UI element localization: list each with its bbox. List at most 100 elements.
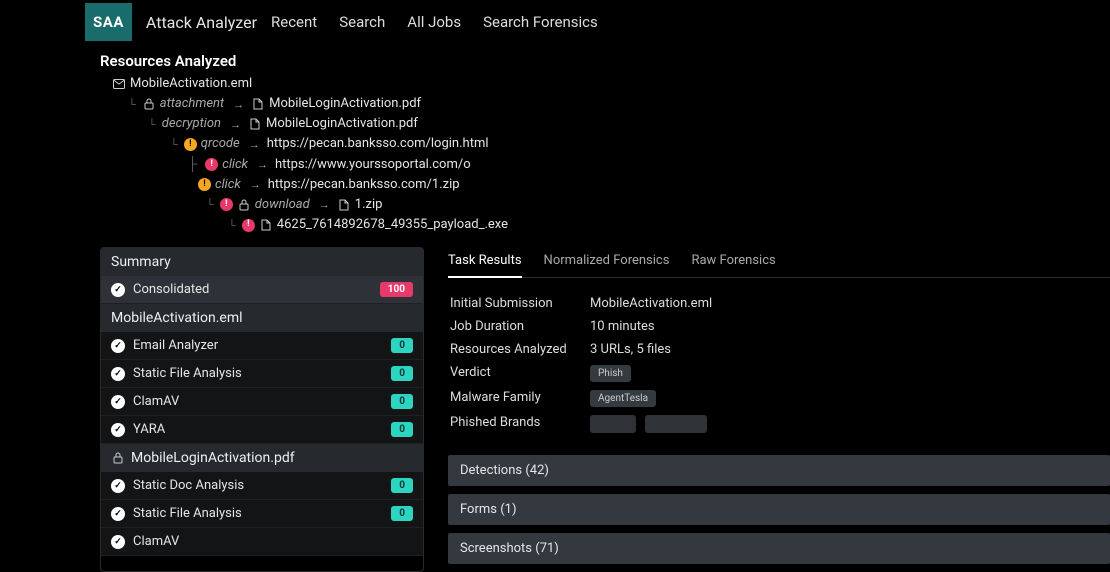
score-badge: 0 bbox=[391, 478, 413, 493]
detail-duration: Job Duration 10 minutes bbox=[450, 315, 1108, 338]
tree-elbow-icon: └ bbox=[148, 116, 156, 133]
detail-value: Phish bbox=[590, 365, 631, 382]
score-badge: 0 bbox=[391, 338, 413, 353]
arrow-icon: → bbox=[230, 116, 241, 133]
resources-header: Resources Analyzed bbox=[0, 44, 1110, 74]
analyzer-label: Email Analyzer bbox=[133, 338, 218, 353]
qrcode-url: https://pecan.banksso.com/login.html bbox=[267, 134, 489, 154]
detail-value bbox=[590, 415, 713, 437]
resource-tree: MobileActivation.eml └ attachment → Mobi… bbox=[0, 74, 1110, 235]
decryption-type-label: decryption bbox=[162, 114, 221, 134]
warning-icon: ! bbox=[198, 178, 211, 191]
tree-decryption[interactable]: └ decryption → MobileLoginActivation.pdf bbox=[148, 114, 1110, 134]
file-icon bbox=[337, 198, 351, 212]
download-type-label: download bbox=[255, 195, 310, 215]
check-icon: ✓ bbox=[111, 367, 125, 381]
detail-label: Verdict bbox=[450, 365, 590, 382]
tree-elbow-icon: └ bbox=[170, 136, 178, 153]
tree-elbow-icon: └ bbox=[228, 217, 236, 234]
tree-root[interactable]: MobileActivation.eml bbox=[112, 74, 1110, 94]
error-icon: ! bbox=[220, 198, 233, 211]
click-type-label: click bbox=[222, 155, 248, 175]
accordion-detections[interactable]: Detections (42) bbox=[448, 455, 1110, 486]
payload-value: 4625_7614892678_49355_payload_.exe bbox=[277, 215, 508, 235]
lock-icon bbox=[111, 451, 125, 465]
click2-url: https://pecan.banksso.com/1.zip bbox=[268, 175, 460, 195]
details-block: Initial Submission MobileActivation.eml … bbox=[448, 278, 1110, 455]
analyzer-row[interactable]: ✓Static File Analysis 0 bbox=[101, 500, 423, 528]
arrow-icon: → bbox=[319, 196, 330, 213]
lock-icon bbox=[142, 97, 156, 111]
score-badge: 100 bbox=[380, 282, 413, 297]
error-icon: ! bbox=[242, 219, 255, 232]
group2-heading: MobileLoginActivation.pdf bbox=[101, 444, 423, 472]
nav-links: Recent Search All Jobs Search Forensics bbox=[271, 13, 598, 31]
check-icon: ✓ bbox=[111, 339, 125, 353]
app-title: Attack Analyzer bbox=[132, 13, 271, 32]
arrow-icon: → bbox=[250, 176, 261, 193]
nav-search-forensics[interactable]: Search Forensics bbox=[483, 13, 598, 31]
detail-label: Malware Family bbox=[450, 390, 590, 407]
app-logo: SAA bbox=[85, 3, 132, 41]
nav-recent[interactable]: Recent bbox=[271, 13, 317, 31]
analyzer-row[interactable]: ✓ClamAV bbox=[101, 528, 423, 556]
accordion-screenshots[interactable]: Screenshots (71) bbox=[448, 533, 1110, 564]
detail-family: Malware Family AgentTesla bbox=[450, 386, 1108, 411]
main-panels: Summary ✓ Consolidated 100 MobileActivat… bbox=[0, 247, 1110, 572]
detail-label: Job Duration bbox=[450, 319, 590, 334]
analyzer-label: Static Doc Analysis bbox=[133, 478, 244, 493]
tab-normalized-forensics[interactable]: Normalized Forensics bbox=[544, 247, 670, 277]
score-badge: 0 bbox=[391, 506, 413, 521]
attachment-value: MobileLoginActivation.pdf bbox=[269, 94, 421, 114]
detail-value: 10 minutes bbox=[590, 319, 655, 334]
tree-attachment[interactable]: └ attachment → MobileLoginActivation.pdf bbox=[128, 94, 1110, 114]
detail-verdict: Verdict Phish bbox=[450, 361, 1108, 386]
file-icon bbox=[259, 218, 273, 232]
tree-pipe-icon: ├ bbox=[188, 155, 197, 175]
detail-value: 3 URLs, 5 files bbox=[590, 342, 671, 357]
detail-value: AgentTesla bbox=[590, 390, 656, 407]
tree-payload[interactable]: └ ! 4625_7614892678_49355_payload_.exe bbox=[228, 215, 1110, 235]
consolidated-row[interactable]: ✓ Consolidated 100 bbox=[101, 276, 423, 304]
consolidated-label: Consolidated bbox=[133, 282, 209, 297]
tree-qrcode[interactable]: └ ! qrcode → https://pecan.banksso.com/l… bbox=[170, 134, 1110, 154]
attachment-type-label: attachment bbox=[160, 94, 224, 114]
mail-icon bbox=[112, 77, 126, 91]
click-type-label: click bbox=[215, 175, 241, 195]
check-icon: ✓ bbox=[111, 423, 125, 437]
tab-task-results[interactable]: Task Results bbox=[448, 247, 522, 278]
brand-pill-redacted bbox=[645, 415, 707, 433]
family-pill: AgentTesla bbox=[590, 390, 656, 407]
score-badge: 0 bbox=[391, 394, 413, 409]
analyzer-row[interactable]: ✓YARA 0 bbox=[101, 416, 423, 444]
check-icon: ✓ bbox=[111, 507, 125, 521]
tree-click2[interactable]: ! click → https://pecan.banksso.com/1.zi… bbox=[198, 175, 1110, 195]
file-icon bbox=[251, 97, 265, 111]
detail-label: Resources Analyzed bbox=[450, 342, 590, 357]
click1-url: https://www.yourssoportal.com/o bbox=[275, 155, 471, 175]
analyzer-label: ClamAV bbox=[133, 534, 179, 549]
analyzer-row[interactable]: ✓ Email Analyzer 0 bbox=[101, 332, 423, 360]
arrow-icon: → bbox=[257, 156, 268, 173]
nav-all-jobs[interactable]: All Jobs bbox=[407, 13, 461, 31]
summary-panel: Summary ✓ Consolidated 100 MobileActivat… bbox=[100, 247, 424, 572]
nav-search[interactable]: Search bbox=[339, 13, 385, 31]
warning-icon: ! bbox=[184, 138, 197, 151]
detail-label: Initial Submission bbox=[450, 296, 590, 311]
arrow-icon: → bbox=[249, 136, 260, 153]
check-icon: ✓ bbox=[111, 479, 125, 493]
arrow-icon: → bbox=[233, 96, 244, 113]
analyzer-row[interactable]: ✓Static File Analysis 0 bbox=[101, 360, 423, 388]
accordion-forms[interactable]: Forms (1) bbox=[448, 494, 1110, 525]
group2-heading-label: MobileLoginActivation.pdf bbox=[131, 450, 295, 466]
tree-download[interactable]: └ ! download → 1.zip bbox=[206, 195, 1110, 215]
analyzer-row[interactable]: ✓ Static Doc Analysis 0 bbox=[101, 472, 423, 500]
analyzer-label: ClamAV bbox=[133, 394, 179, 409]
check-icon: ✓ bbox=[111, 395, 125, 409]
analyzer-row[interactable]: ✓ ClamAV 0 bbox=[101, 388, 423, 416]
lock-icon bbox=[237, 198, 251, 212]
tree-click1[interactable]: ├ ! click → https://www.yourssoportal.co… bbox=[188, 155, 1110, 175]
analyzer-label: Static File Analysis bbox=[133, 366, 242, 381]
tab-raw-forensics[interactable]: Raw Forensics bbox=[691, 247, 775, 277]
verdict-pill: Phish bbox=[590, 365, 631, 382]
